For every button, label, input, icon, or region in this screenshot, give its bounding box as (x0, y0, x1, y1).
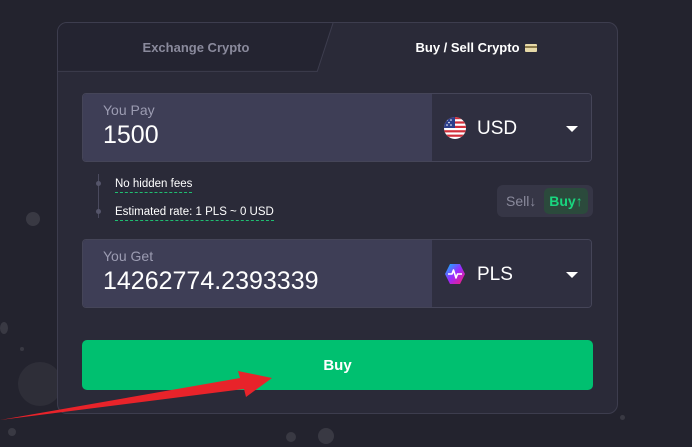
pay-currency-code: USD (477, 118, 518, 139)
arrow-down-icon: ↓ (529, 193, 537, 209)
pay-currency-select[interactable]: USD (432, 94, 591, 161)
get-label: You Get (103, 248, 154, 264)
tab-bar: Exchange Crypto Buy / Sell Crypto (58, 23, 617, 72)
background-dot (0, 322, 8, 334)
info-bullet (96, 209, 101, 214)
chevron-down-icon (566, 272, 578, 278)
tab-exchange-label: Exchange Crypto (142, 40, 250, 55)
rate-info: No hidden fees Estimated rate: 1 PLS ~ 0… (96, 169, 298, 233)
us-flag-icon (444, 117, 466, 139)
pay-label: You Pay (103, 102, 155, 118)
chevron-down-icon (566, 126, 578, 132)
sell-label: Sell (506, 193, 530, 209)
get-amount-value[interactable]: 14262774.2393339 (103, 267, 319, 296)
sell-buy-toggle: Sell↓ Buy↑ (497, 185, 593, 217)
background-dot (318, 428, 334, 444)
tab-exchange-crypto[interactable]: Exchange Crypto (58, 23, 334, 72)
estimated-rate-text[interactable]: Estimated rate: 1 PLS ~ 0 USD (115, 206, 274, 221)
buy-toggle-button[interactable]: Buy↑ (544, 188, 588, 214)
pay-field: You Pay 1500 USD (82, 93, 592, 162)
buy-button[interactable]: Buy (82, 340, 593, 390)
background-dot (620, 415, 625, 420)
sell-toggle-button[interactable]: Sell↓ (503, 189, 539, 213)
background-logo (18, 362, 62, 406)
credit-card-icon (524, 43, 537, 52)
info-bullet (96, 181, 101, 186)
background-dot (8, 428, 16, 436)
pay-amount-value[interactable]: 1500 (103, 121, 159, 150)
background-dot (26, 212, 40, 226)
get-currency-code: PLS (477, 264, 513, 285)
buy-label: Buy (549, 193, 576, 209)
background-dot (286, 432, 296, 442)
exchange-widget: Exchange Crypto Buy / Sell Crypto You Pa… (57, 22, 618, 414)
get-currency-select[interactable]: PLS (432, 240, 591, 307)
pulsechain-icon (445, 264, 465, 284)
tab-buy-sell-label: Buy / Sell Crypto (415, 40, 520, 55)
background-dot (20, 347, 24, 351)
no-hidden-fees-text[interactable]: No hidden fees (115, 178, 193, 193)
tab-buy-sell-crypto[interactable]: Buy / Sell Crypto (334, 23, 617, 72)
get-field: You Get 14262774.2393339 PLS (82, 239, 592, 308)
arrow-up-icon: ↑ (575, 193, 583, 209)
get-amount-input[interactable]: You Get 14262774.2393339 (83, 240, 432, 307)
pay-amount-input[interactable]: You Pay 1500 (83, 94, 432, 161)
